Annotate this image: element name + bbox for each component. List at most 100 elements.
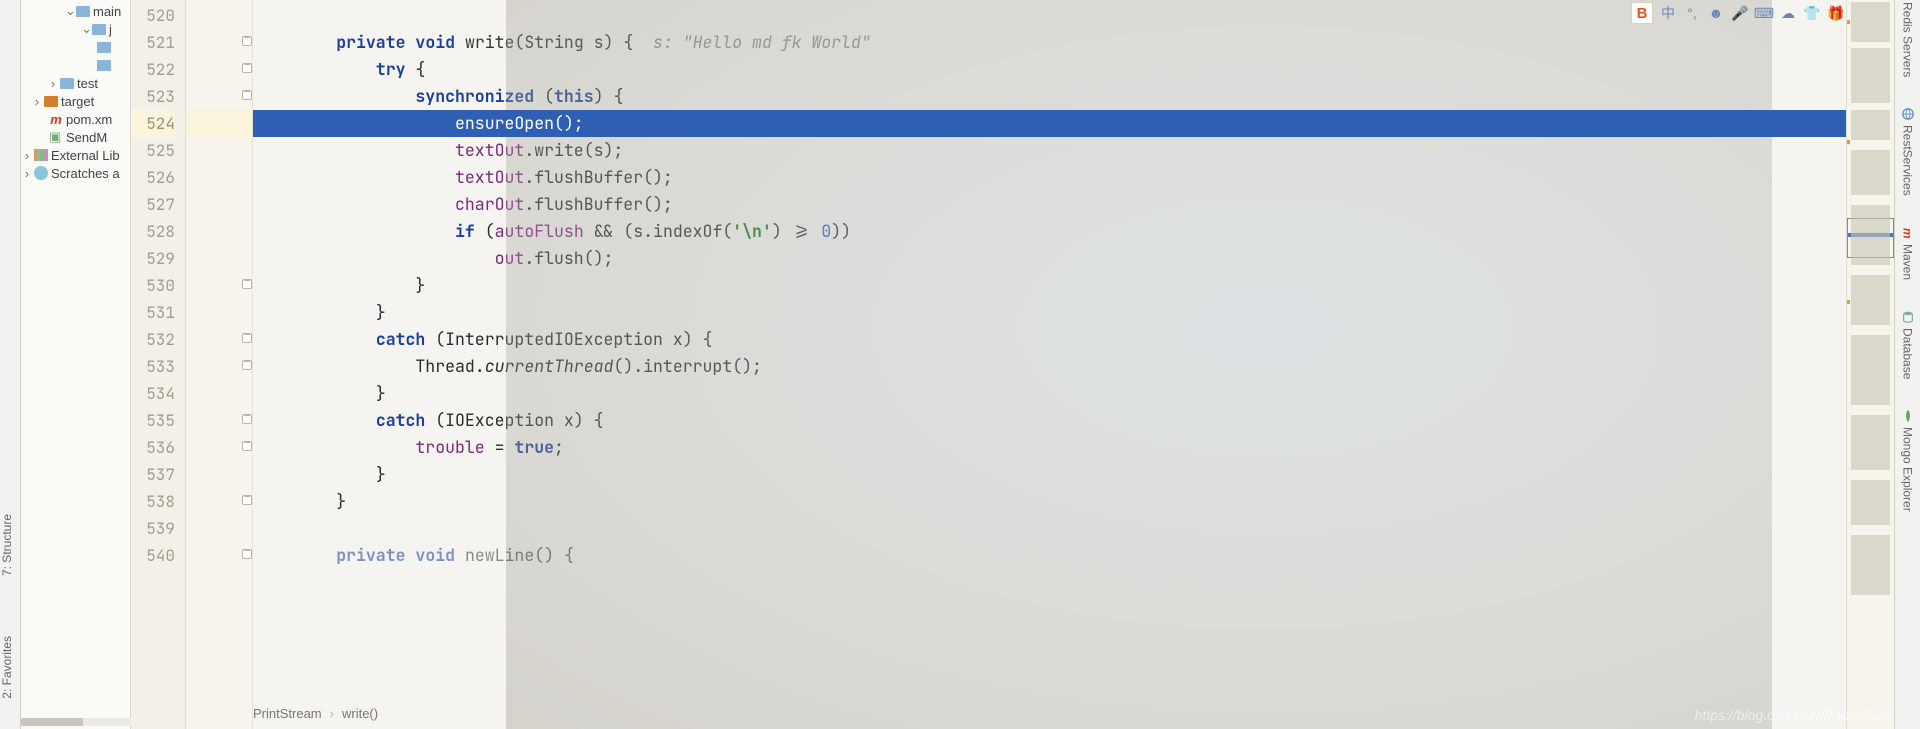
scrollbar-thumb[interactable]	[21, 718, 83, 726]
line-number[interactable]: 527	[131, 191, 175, 218]
editor-minimap[interactable]	[1846, 0, 1894, 729]
code-line: charOut.flushBuffer();	[253, 191, 1846, 218]
cloud-icon[interactable]: ☁	[1779, 4, 1797, 22]
line-number[interactable]: 529	[131, 245, 175, 272]
line-number[interactable]: 523	[131, 83, 175, 110]
code-line-selected: ensureOpen();	[253, 110, 1846, 137]
code-line: private void newLine() {	[253, 542, 1846, 569]
top-icon-bar: B 中 °, ☻ 🎤 ⌨ ☁ 👕 🎁	[1631, 2, 1845, 24]
fold-marker-icon[interactable]	[242, 495, 252, 505]
ime-icon[interactable]: 中	[1659, 4, 1677, 22]
line-number[interactable]: 528	[131, 218, 175, 245]
fold-marker-icon[interactable]	[242, 36, 252, 46]
chevron-down-icon[interactable]: ⌄	[81, 21, 89, 37]
library-icon	[34, 149, 48, 161]
tab-structure[interactable]: 7: Structure	[0, 514, 20, 576]
line-number[interactable]: 533	[131, 353, 175, 380]
code-line: textOut.flushBuffer();	[253, 164, 1846, 191]
fold-marker-icon[interactable]	[242, 90, 252, 100]
folder-icon	[97, 60, 111, 71]
fold-marker-icon[interactable]	[242, 549, 252, 559]
line-number[interactable]: 535	[131, 407, 175, 434]
code-line: }	[253, 461, 1846, 488]
fold-marker-icon[interactable]	[242, 333, 252, 343]
tree-item[interactable]: External Lib	[51, 148, 120, 163]
fold-marker-icon[interactable]	[242, 441, 252, 451]
keyboard-icon[interactable]: ⌨	[1755, 4, 1773, 22]
code-line: trouble = true;	[253, 434, 1846, 461]
line-number[interactable]: 521	[131, 29, 175, 56]
fold-marker-icon[interactable]	[242, 414, 252, 424]
tab-mongo[interactable]: Mongo Explorer	[1901, 409, 1915, 512]
line-number[interactable]: 536	[131, 434, 175, 461]
tree-item[interactable]: pom.xm	[66, 112, 112, 127]
scratches-icon	[34, 166, 48, 180]
code-line: }	[253, 299, 1846, 326]
code-line: catch (InterruptedIOException x) {	[253, 326, 1846, 353]
chevron-down-icon[interactable]: ⌄	[65, 3, 73, 19]
folder-icon	[60, 78, 74, 89]
fold-column[interactable]	[186, 0, 253, 729]
line-number[interactable]: 530	[131, 272, 175, 299]
chevron-right-icon[interactable]: ›	[33, 94, 41, 109]
maven-icon: m	[49, 112, 63, 126]
line-number[interactable]: 520	[131, 2, 175, 29]
tree-item[interactable]: SendM	[66, 130, 107, 145]
gift-icon[interactable]: 🎁	[1827, 4, 1845, 22]
line-number[interactable]: 537	[131, 461, 175, 488]
project-tree[interactable]: ⌄main ⌄j ›test ›target mpom.xm ▣SendM ›E…	[21, 0, 131, 729]
code-line	[253, 2, 1846, 29]
breadcrumb-item[interactable]: PrintStream	[253, 706, 322, 721]
folder-icon	[97, 42, 111, 53]
code-line: Thread.currentThread().interrupt();	[253, 353, 1846, 380]
code-line: }	[253, 488, 1846, 515]
gutter-highlight	[186, 110, 252, 137]
line-number[interactable]: 539	[131, 515, 175, 542]
tree-item[interactable]: Scratches a	[51, 166, 120, 181]
tab-favorites[interactable]: 2: Favorites	[0, 636, 20, 699]
fold-marker-icon[interactable]	[242, 279, 252, 289]
tab-database[interactable]: Database	[1901, 310, 1915, 379]
line-number[interactable]: 522	[131, 56, 175, 83]
code-line: textOut.write(s);	[253, 137, 1846, 164]
tree-item[interactable]: test	[77, 76, 98, 91]
globe-icon	[1901, 107, 1915, 121]
left-tool-tabs: 7: Structure 2: Favorites	[0, 0, 21, 729]
code-line: }	[253, 272, 1846, 299]
chevron-right-icon[interactable]: ›	[49, 76, 57, 91]
right-tool-tabs: Redis Servers RestServices mMaven Databa…	[1894, 0, 1920, 729]
tree-item[interactable]: target	[61, 94, 94, 109]
blog-icon[interactable]: B	[1631, 2, 1653, 24]
mic-icon[interactable]: 🎤	[1731, 4, 1749, 22]
tab-redis[interactable]: Redis Servers	[1901, 2, 1915, 77]
line-number[interactable]: 524	[131, 110, 175, 137]
fold-marker-icon[interactable]	[242, 360, 252, 370]
breadcrumb[interactable]: PrintStream › write()	[253, 706, 378, 721]
code-editor[interactable]: private void write(String s) { s: "Hello…	[253, 0, 1846, 729]
fold-marker-icon[interactable]	[242, 63, 252, 73]
project-scrollbar[interactable]	[21, 718, 131, 726]
line-number[interactable]: 534	[131, 380, 175, 407]
tree-item[interactable]: main	[93, 4, 121, 19]
breadcrumb-item[interactable]: write()	[342, 706, 378, 721]
line-number[interactable]: 531	[131, 299, 175, 326]
tree-item[interactable]: j	[109, 22, 112, 37]
code-line: private void write(String s) { s: "Hello…	[253, 29, 1846, 56]
punct-icon[interactable]: °,	[1683, 4, 1701, 22]
line-number[interactable]: 525	[131, 137, 175, 164]
editor-gutter[interactable]: 5205215225235245255265275285295305315325…	[131, 0, 186, 729]
line-number[interactable]: 540	[131, 542, 175, 569]
line-number[interactable]: 532	[131, 326, 175, 353]
chevron-right-icon[interactable]: ›	[23, 148, 31, 163]
line-number[interactable]: 538	[131, 488, 175, 515]
emoji-icon[interactable]: ☻	[1707, 4, 1725, 22]
code-line: }	[253, 380, 1846, 407]
code-line: out.flush();	[253, 245, 1846, 272]
tab-maven[interactable]: mMaven	[1901, 226, 1915, 280]
chevron-right-icon[interactable]: ›	[23, 166, 31, 181]
skin-icon[interactable]: 👕	[1803, 4, 1821, 22]
line-number[interactable]: 526	[131, 164, 175, 191]
tab-rest[interactable]: RestServices	[1901, 107, 1915, 196]
leaf-icon	[1901, 409, 1915, 423]
code-line: if (autoFlush && (s.indexOf('\n') >= 0))	[253, 218, 1846, 245]
